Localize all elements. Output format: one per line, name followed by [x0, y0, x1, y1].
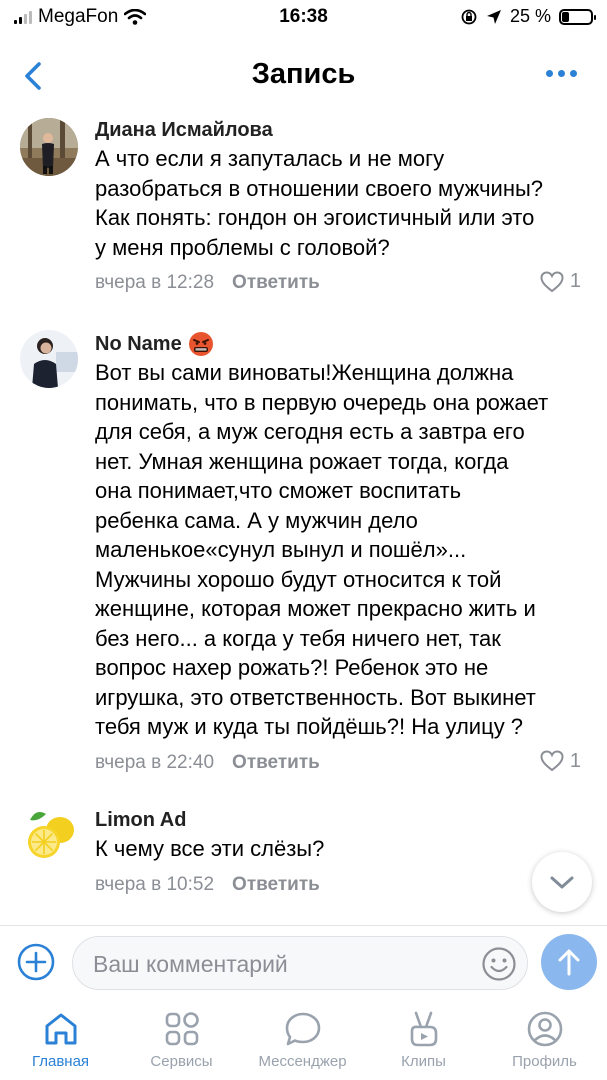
tab-label: Профиль [512, 1053, 577, 1070]
profile-icon [527, 1011, 562, 1047]
like-button[interactable]: 1 [540, 750, 581, 773]
like-button[interactable]: 1 [540, 270, 581, 293]
comment-author-row: No Name [95, 330, 587, 358]
comment-text: К чему все эти слёзы? [95, 836, 325, 861]
battery-icon [559, 8, 596, 25]
heart-icon [540, 270, 564, 292]
comment-author[interactable]: Диана Исмайлова [95, 116, 587, 144]
more-icon[interactable] [546, 70, 577, 77]
avatar[interactable] [20, 330, 78, 388]
status-right: 25 % [460, 6, 596, 27]
tab-services[interactable]: Сервисы [121, 1009, 242, 1079]
comment-time: вчера в 22:40 [95, 751, 215, 773]
scroll-down-button[interactable] [532, 852, 592, 912]
avatar[interactable] [20, 118, 78, 176]
comment-input[interactable] [91, 937, 475, 991]
chevron-down-icon [550, 876, 574, 889]
orientation-lock-icon [461, 9, 477, 24]
add-attachment-icon[interactable] [16, 942, 56, 982]
battery-percent: 25 % [509, 6, 551, 26]
like-count: 1 [569, 270, 581, 292]
tab-profile[interactable]: Профиль [484, 1009, 605, 1079]
emoji-icon[interactable] [481, 946, 517, 982]
messenger-icon [285, 1012, 320, 1046]
comment-meta: вчера в 22:40 Ответить 1 [95, 748, 587, 778]
header: Запись [0, 46, 607, 106]
tab-label: Главная [31, 1053, 90, 1070]
send-button[interactable] [541, 934, 597, 990]
like-count: 1 [569, 749, 581, 772]
status-bar: MegaFon 16:38 25 % [0, 0, 607, 36]
comment-meta: вчера в 12:28 Ответить 1 [95, 268, 587, 298]
tab-clips[interactable]: Клипы [363, 1009, 484, 1079]
angry-face-icon [188, 332, 213, 356]
avatar[interactable] [20, 806, 78, 864]
comment-meta: вчера в 10:52 Ответить [95, 870, 587, 900]
tab-bar: Главная Сервисы Мессенджер Клипы Профиль [0, 1005, 607, 1080]
comment-input-box [72, 936, 528, 991]
arrow-up-icon [558, 949, 580, 976]
comment-time: вчера в 12:28 [95, 272, 215, 293]
comment-author[interactable]: Limon Ad [95, 806, 587, 834]
page-title: Запись [251, 58, 356, 90]
reply-button[interactable]: Ответить [232, 874, 320, 896]
tab-label: Сервисы [150, 1053, 213, 1070]
heart-icon [540, 750, 564, 772]
tab-label: Клипы [401, 1053, 446, 1070]
reply-button[interactable]: Ответить [232, 272, 320, 294]
comment-author[interactable]: No Name [95, 333, 182, 356]
comment-text: А что если я запуталась и не могу разобр… [95, 146, 544, 260]
location-icon [486, 9, 501, 24]
clips-icon [410, 1011, 437, 1047]
comment-text: Вот вы сами виноваты!Женщина должна пони… [95, 360, 549, 739]
tab-messenger[interactable]: Мессенджер [242, 1009, 363, 1079]
tab-label: Мессенджер [258, 1053, 347, 1070]
comment-time: вчера в 10:52 [95, 873, 215, 895]
comment-composer [0, 925, 607, 1006]
reply-button[interactable]: Ответить [232, 752, 320, 774]
services-icon [165, 1012, 199, 1046]
tab-home[interactable]: Главная [0, 1009, 121, 1079]
home-icon [45, 1013, 76, 1045]
